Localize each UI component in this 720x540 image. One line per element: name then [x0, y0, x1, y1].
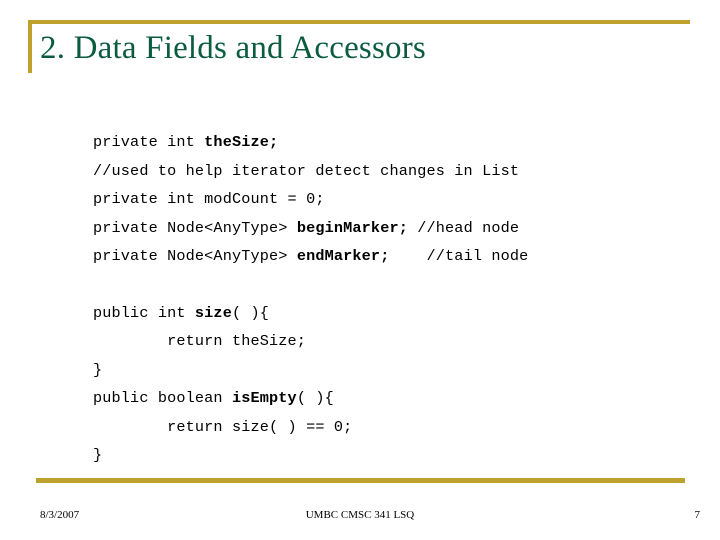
code-text: public int — [93, 303, 195, 322]
code-text: return size( ) == 0; — [93, 417, 353, 436]
code-block-accessors: public int size( ){ return theSize;} publ… — [93, 299, 693, 470]
data-field-line: private int theSize; — [93, 128, 693, 157]
page-title: 2. Data Fields and Accessors — [40, 30, 426, 66]
accessor-line: } — [93, 356, 693, 385]
accessor-line: public boolean isEmpty( ){ — [93, 384, 693, 413]
code-text: private Node<AnyType> — [93, 247, 297, 265]
code-text: } — [93, 360, 103, 379]
code-identifier: theSize; — [204, 133, 279, 151]
accessor-line: public int size( ){ — [93, 299, 693, 328]
code-identifier: beginMarker; — [296, 218, 408, 237]
code-block-data-fields: private int theSize; //used to help itera… — [93, 128, 693, 271]
code-block-spacer — [93, 271, 693, 299]
code-text: private int — [93, 133, 205, 151]
slide: 2. Data Fields and Accessors private int… — [0, 0, 720, 540]
code-text: //used to help iterator detect changes i… — [93, 161, 520, 180]
code-comment: ( ){ — [231, 303, 270, 322]
data-field-line: private Node<AnyType> beginMarker; //hea… — [93, 214, 693, 243]
code-text: private Node<AnyType> — [93, 218, 297, 237]
data-field-line: //used to help iterator detect changes i… — [93, 157, 693, 186]
code-identifier: size — [194, 303, 232, 322]
accessor-line: } — [93, 441, 693, 470]
code-text: } — [93, 446, 103, 464]
accessor-line: return size( ) == 0; — [93, 413, 693, 442]
code-comment: //head node — [407, 218, 520, 237]
title-rule-left — [28, 20, 32, 73]
data-field-line: private Node<AnyType> endMarker; //tail … — [93, 242, 693, 271]
title-rule-top — [28, 20, 690, 24]
code-comment: //tail node — [389, 247, 529, 265]
code-identifier: endMarker; — [296, 247, 390, 265]
footer-page-number: 7 — [694, 509, 701, 521]
data-field-line: private int modCount = 0; — [93, 185, 693, 214]
footer-rule — [36, 478, 685, 483]
code-text: return theSize; — [93, 332, 307, 350]
code-identifier: isEmpty — [231, 389, 297, 407]
code-text: private int modCount = 0; — [93, 190, 325, 208]
accessor-line: return theSize; — [93, 327, 693, 356]
code-body: private int theSize; //used to help itera… — [93, 128, 693, 470]
code-text: public boolean — [93, 389, 232, 407]
code-comment: ( ){ — [296, 389, 334, 407]
